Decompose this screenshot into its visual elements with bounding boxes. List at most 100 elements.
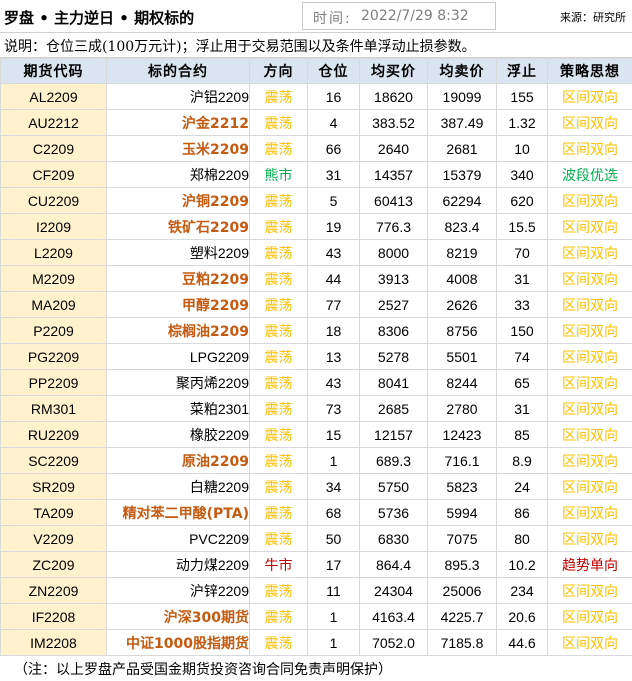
- stop-cell: 80: [496, 525, 548, 552]
- stop-cell: 8.9: [496, 447, 548, 474]
- strategy-cell: 区间双向: [547, 317, 632, 344]
- stop-cell: 10: [496, 135, 548, 162]
- position-cell: 43: [307, 239, 360, 266]
- table-header-row: 期货代码 标的合约 方向 仓位 均买价 均卖价 浮止 策略思想: [0, 58, 632, 84]
- avg-sell-cell: 4008: [427, 265, 497, 292]
- code-cell: RU2209: [0, 421, 107, 448]
- strategy-cell: 区间双向: [547, 291, 632, 318]
- direction-cell: 震荡: [249, 291, 308, 318]
- table-row: P2209 棕榈油2209 震荡 18 8306 8756 150 区间双向: [0, 317, 632, 344]
- report-title: 罗盘 • 主力逆日 • 期权标的: [4, 9, 195, 27]
- avg-buy-cell: 2527: [359, 291, 428, 318]
- table-row: PP2209 聚丙烯2209 震荡 43 8041 8244 65 区间双向: [0, 369, 632, 396]
- stop-cell: 65: [496, 369, 548, 396]
- avg-sell-cell: 8244: [427, 369, 497, 396]
- contract-cell: 沪金2212: [106, 109, 250, 136]
- code-cell: I2209: [0, 213, 107, 240]
- avg-buy-cell: 4163.4: [359, 603, 428, 630]
- avg-sell-cell: 7185.8: [427, 629, 497, 656]
- position-cell: 77: [307, 291, 360, 318]
- code-cell: C2209: [0, 135, 107, 162]
- avg-buy-cell: 383.52: [359, 109, 428, 136]
- table-row: TA209 精对苯二甲酸(PTA) 震荡 68 5736 5994 86 区间双向: [0, 499, 632, 526]
- code-cell: IF2208: [0, 603, 107, 630]
- direction-cell: 震荡: [249, 447, 308, 474]
- table-row: SR209 白糖2209 震荡 34 5750 5823 24 区间双向: [0, 473, 632, 500]
- code-cell: SR209: [0, 473, 107, 500]
- table-row: AL2209 沪铝2209 震荡 16 18620 19099 155 区间双向: [0, 83, 632, 110]
- code-cell: CU2209: [0, 187, 107, 214]
- stop-cell: 234: [496, 577, 548, 604]
- code-cell: AU2212: [0, 109, 107, 136]
- direction-cell: 震荡: [249, 525, 308, 552]
- strategy-cell: 区间双向: [547, 447, 632, 474]
- stop-cell: 340: [496, 161, 548, 188]
- contract-cell: 甲醇2209: [106, 291, 250, 318]
- contract-cell: LPG2209: [106, 343, 250, 370]
- avg-buy-cell: 2685: [359, 395, 428, 422]
- table-row: PG2209 LPG2209 震荡 13 5278 5501 74 区间双向: [0, 343, 632, 370]
- contract-cell: PVC2209: [106, 525, 250, 552]
- contract-cell: 精对苯二甲酸(PTA): [106, 499, 250, 526]
- table-row: CF209 郑棉2209 熊市 31 14357 15379 340 波段优选: [0, 161, 632, 188]
- avg-sell-cell: 5994: [427, 499, 497, 526]
- avg-buy-cell: 8041: [359, 369, 428, 396]
- position-cell: 11: [307, 577, 360, 604]
- strategy-cell: 区间双向: [547, 187, 632, 214]
- contract-cell: 聚丙烯2209: [106, 369, 250, 396]
- stop-cell: 15.5: [496, 213, 548, 240]
- position-cell: 18: [307, 317, 360, 344]
- avg-sell-cell: 2780: [427, 395, 497, 422]
- table-row: MA209 甲醇2209 震荡 77 2527 2626 33 区间双向: [0, 291, 632, 318]
- strategy-cell: 区间双向: [547, 525, 632, 552]
- direction-cell: 震荡: [249, 421, 308, 448]
- code-cell: PG2209: [0, 343, 107, 370]
- position-cell: 50: [307, 525, 360, 552]
- direction-cell: 震荡: [249, 109, 308, 136]
- avg-sell-cell: 8219: [427, 239, 497, 266]
- code-cell: P2209: [0, 317, 107, 344]
- table-row: RM301 菜粕2301 震荡 73 2685 2780 31 区间双向: [0, 395, 632, 422]
- position-cell: 1: [307, 447, 360, 474]
- strategy-cell: 区间双向: [547, 421, 632, 448]
- contract-cell: 沪锌2209: [106, 577, 250, 604]
- position-cell: 68: [307, 499, 360, 526]
- contract-cell: 动力煤2209: [106, 551, 250, 578]
- table-row: I2209 铁矿石2209 震荡 19 776.3 823.4 15.5 区间双向: [0, 213, 632, 240]
- stop-cell: 44.6: [496, 629, 548, 656]
- stop-cell: 620: [496, 187, 548, 214]
- contract-cell: 塑料2209: [106, 239, 250, 266]
- avg-sell-cell: 4225.7: [427, 603, 497, 630]
- avg-sell-cell: 7075: [427, 525, 497, 552]
- avg-buy-cell: 689.3: [359, 447, 428, 474]
- avg-sell-cell: 823.4: [427, 213, 497, 240]
- strategy-cell: 区间双向: [547, 369, 632, 396]
- table-row: IF2208 沪深300期货 震荡 1 4163.4 4225.7 20.6 区间双向: [0, 603, 632, 630]
- report-page: 罗盘 • 主力逆日 • 期权标的 时间: 2022/7/29 8:32 来源：研…: [0, 0, 632, 681]
- position-cell: 66: [307, 135, 360, 162]
- avg-buy-cell: 6830: [359, 525, 428, 552]
- strategy-cell: 区间双向: [547, 603, 632, 630]
- direction-cell: 震荡: [249, 395, 308, 422]
- direction-cell: 震荡: [249, 317, 308, 344]
- note-text: 说明：仓位三成(100万元计)；浮止用于交易范围以及条件单浮动止损参数。: [4, 39, 476, 55]
- strategy-cell: 区间双向: [547, 629, 632, 656]
- stop-cell: 31: [496, 265, 548, 292]
- strategy-cell: 区间双向: [547, 239, 632, 266]
- stop-cell: 86: [496, 499, 548, 526]
- table-row: IM2208 中证1000股指期货 震荡 1 7052.0 7185.8 44.6 区间双向: [0, 629, 632, 656]
- code-cell: SC2209: [0, 447, 107, 474]
- contract-cell: 郑棉2209: [106, 161, 250, 188]
- avg-sell-cell: 2626: [427, 291, 497, 318]
- stop-cell: 74: [496, 343, 548, 370]
- table-row: V2209 PVC2209 震荡 50 6830 7075 80 区间双向: [0, 525, 632, 552]
- code-cell: PP2209: [0, 369, 107, 396]
- col-header-position: 仓位: [307, 58, 360, 84]
- strategy-cell: 区间双向: [547, 499, 632, 526]
- position-cell: 19: [307, 213, 360, 240]
- position-cell: 1: [307, 603, 360, 630]
- footer-text: （注：以上罗盘产品受国金期货投资咨询合同免责声明保护）: [14, 662, 392, 678]
- avg-sell-cell: 8756: [427, 317, 497, 344]
- direction-cell: 震荡: [249, 83, 308, 110]
- contract-cell: 豆粕2209: [106, 265, 250, 292]
